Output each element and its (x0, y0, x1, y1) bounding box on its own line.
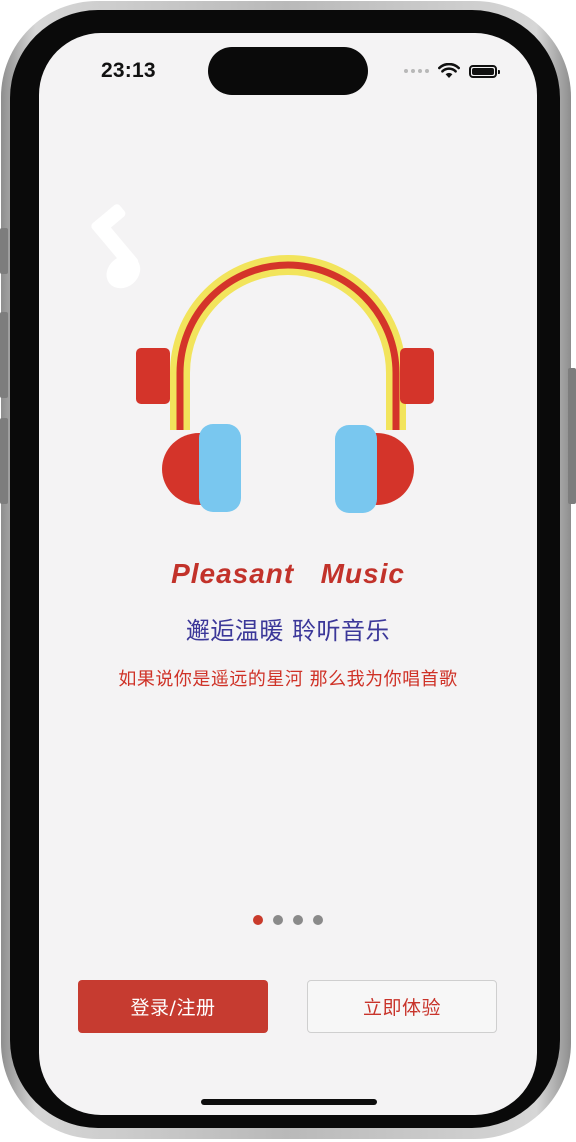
page-indicator[interactable] (39, 915, 537, 925)
login-register-button[interactable]: 登录/注册 (78, 980, 268, 1033)
page-dot-3[interactable] (293, 915, 303, 925)
page-dot-4[interactable] (313, 915, 323, 925)
music-note-icon (91, 204, 141, 289)
tagline: 如果说你是遥远的星河 那么我为你唱首歌 (118, 669, 458, 690)
volume-down-button (0, 418, 8, 504)
volume-up-button (0, 312, 8, 398)
page-dot-2[interactable] (273, 915, 283, 925)
slogan: 邂逅温暖 聆听音乐 (185, 617, 391, 645)
phone-device: 23:13 Pleasant Music 邂逅温暖 聆听音乐 如果说你是遥远的星… (0, 0, 576, 1142)
action-button (0, 228, 8, 274)
headphones-icon (136, 255, 434, 513)
try-now-button[interactable]: 立即体验 (307, 980, 497, 1033)
power-button (568, 368, 576, 504)
page-dot-1[interactable] (253, 915, 263, 925)
app-name: Pleasant Music (171, 558, 405, 589)
hero-illustration (91, 204, 434, 513)
home-indicator[interactable] (201, 1099, 377, 1105)
app-screen: 23:13 Pleasant Music 邂逅温暖 聆听音乐 如果说你是遥远的星… (39, 33, 537, 1115)
